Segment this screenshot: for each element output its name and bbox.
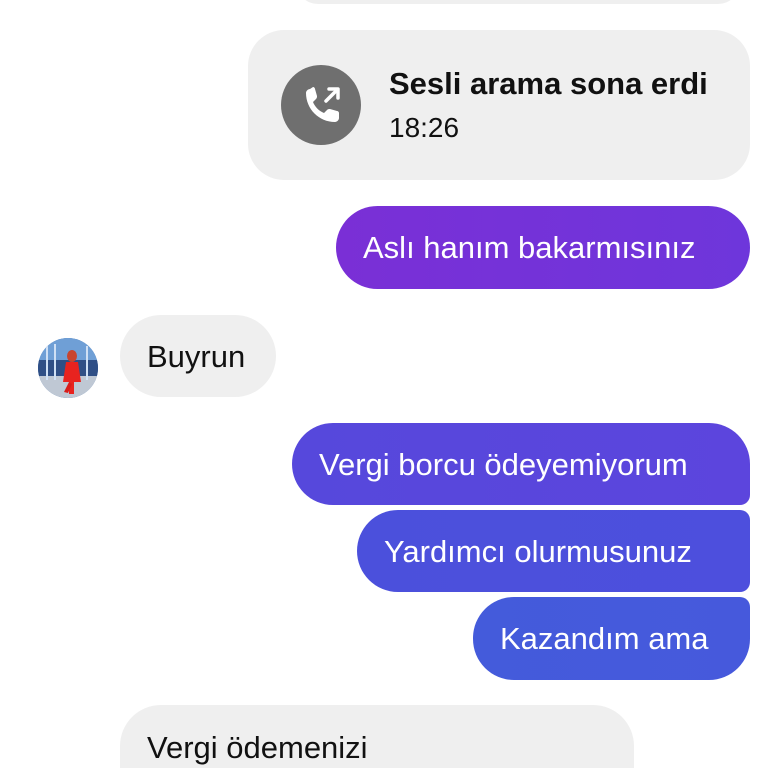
call-status-title: Sesli arama sona erdi [389, 66, 708, 101]
message-bubble-incoming[interactable]: Vergi ödemenizi [120, 705, 634, 768]
phone-outgoing-icon [281, 65, 361, 145]
message-bubble-outgoing[interactable]: Kazandım ama [473, 597, 750, 680]
message-bubble-outgoing[interactable]: Yardımcı olurmusunuz [357, 510, 750, 592]
call-ended-card[interactable]: Sesli arama sona erdi 18:26 [248, 30, 750, 180]
previous-message-bubble[interactable] [296, 0, 740, 4]
message-bubble-outgoing[interactable]: Vergi borcu ödeyemiyorum [292, 423, 750, 505]
call-time: 18:26 [389, 112, 460, 143]
contact-avatar[interactable] [38, 338, 98, 398]
message-bubble-outgoing[interactable]: Aslı hanım bakarmısınız [336, 206, 750, 289]
message-bubble-incoming[interactable]: Buyrun [120, 315, 276, 397]
chat-thread: Sesli arama sona erdi 18:26 Aslı hanım b… [0, 0, 768, 768]
